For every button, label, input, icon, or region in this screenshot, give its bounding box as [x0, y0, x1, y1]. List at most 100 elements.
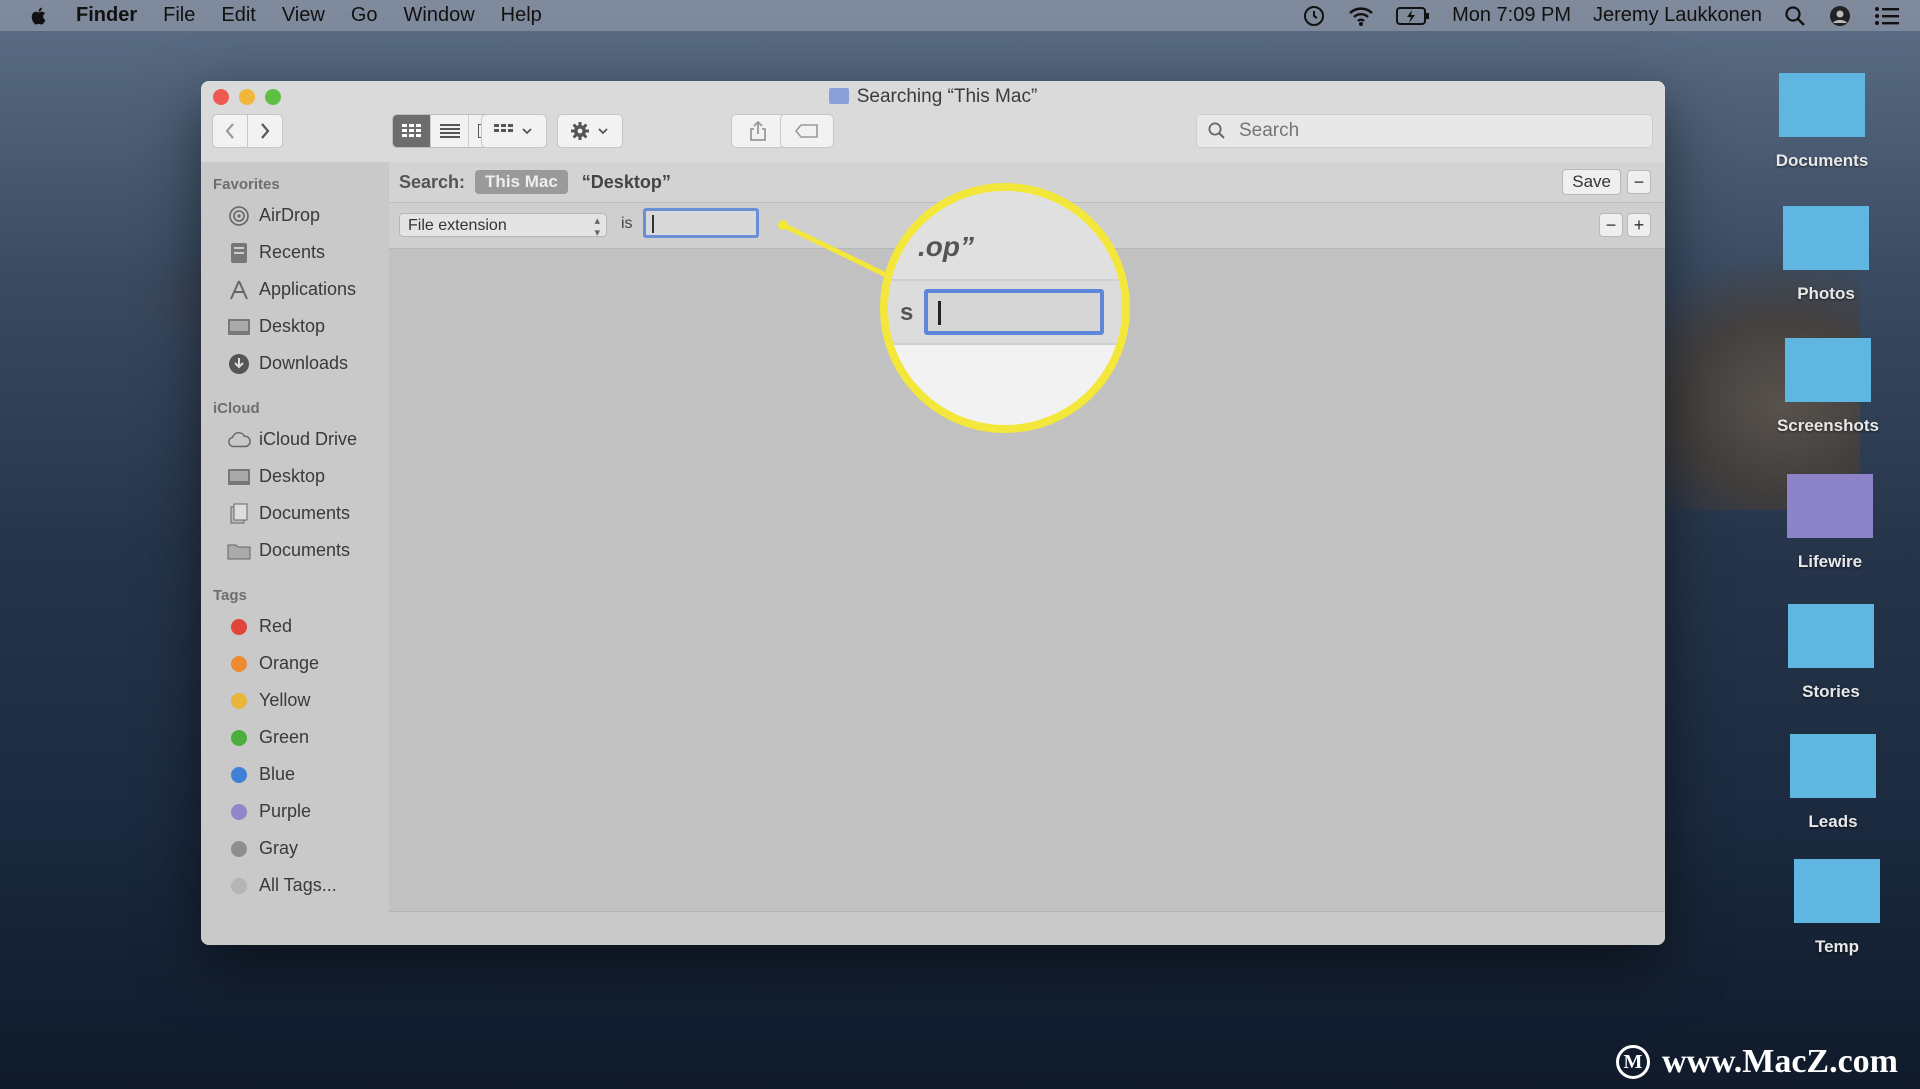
user-name[interactable]: Jeremy Laukkonen	[1593, 4, 1762, 27]
sidebar-tag-yellow[interactable]: Yellow	[201, 682, 388, 719]
notification-center-icon[interactable]	[1874, 6, 1900, 26]
forward-button[interactable]	[247, 114, 283, 148]
folder-icon	[1785, 338, 1871, 402]
attribute-popup[interactable]: File extension ▴ ▾	[399, 213, 607, 239]
sidebar-item-label: iCloud Drive	[259, 429, 358, 449]
desktop-folder-photos[interactable]: Photos	[1766, 206, 1886, 304]
sidebar-item-label: Documents	[259, 503, 351, 523]
share-button[interactable]	[731, 114, 785, 148]
scope-this-mac-button[interactable]: This Mac	[475, 170, 568, 194]
chevron-left-icon	[225, 123, 234, 139]
sidebar-item-recents[interactable]: Recents	[201, 234, 388, 271]
watermark-text: www.MacZ.com	[1661, 1043, 1898, 1080]
desktop-folder-stories[interactable]: Stories	[1771, 604, 1891, 702]
path-bar	[389, 911, 1665, 945]
tag-icon	[795, 124, 818, 138]
gear-icon	[571, 122, 589, 140]
operator-label: is	[621, 215, 633, 232]
list-icon	[439, 124, 460, 138]
scope-desktop-button[interactable]: “Desktop”	[582, 172, 671, 193]
remove-rule-button[interactable]: −	[1599, 213, 1623, 237]
folder-icon	[227, 539, 251, 563]
sidebar-item-documents-folder[interactable]: Documents	[201, 532, 388, 569]
recents-icon	[227, 241, 251, 265]
desktop-folder-label: Documents	[1775, 151, 1869, 170]
menu-edit[interactable]: Edit	[221, 4, 255, 27]
tag-dot-icon	[231, 840, 247, 857]
sidebar-item-desktop[interactable]: Desktop	[201, 308, 388, 345]
cloud-icon	[227, 428, 251, 452]
sidebar-item-icloud-desktop[interactable]: Desktop	[201, 458, 388, 495]
callout-pointer	[778, 220, 888, 278]
magnifier-callout: .op” s	[880, 183, 1130, 433]
magnified-scope-bar: .op”	[888, 191, 1122, 281]
sidebar-item-label: Applications	[259, 279, 357, 299]
menu-help[interactable]: Help	[501, 4, 542, 27]
desktop-folder-documents[interactable]: Documents	[1762, 73, 1882, 171]
list-view-button[interactable]	[431, 115, 469, 147]
siri-icon[interactable]	[1828, 4, 1852, 28]
desktop-folder-leads[interactable]: Leads	[1773, 734, 1893, 832]
desktop-folder-label: Temp	[1814, 937, 1860, 956]
sidebar-tag-green[interactable]: Green	[201, 719, 388, 756]
battery-icon[interactable]	[1396, 6, 1430, 26]
menu-go[interactable]: Go	[351, 4, 378, 27]
sidebar-item-label: Downloads	[259, 353, 349, 373]
search-field[interactable]	[1196, 114, 1653, 148]
downloads-icon	[227, 352, 251, 376]
group-by-button[interactable]	[481, 114, 547, 148]
attribute-popup-value: File extension	[408, 217, 507, 234]
search-icon	[1208, 122, 1225, 139]
sidebar-item-icloud-drive[interactable]: iCloud Drive	[201, 421, 388, 458]
clock[interactable]: Mon 7:09 PM	[1452, 4, 1571, 27]
sidebar-item-downloads[interactable]: Downloads	[201, 345, 388, 382]
desktop-folder-label: Stories	[1802, 682, 1860, 701]
sidebar-item-label: Documents	[259, 540, 351, 560]
tag-dot-icon	[231, 618, 247, 635]
apple-icon[interactable]	[28, 5, 50, 27]
icon-view-button[interactable]	[393, 115, 431, 147]
sidebar: Favorites AirDrop Recents Applications D…	[201, 162, 388, 945]
menu-window[interactable]: Window	[404, 4, 475, 27]
sidebar-tag-all-tags[interactable]: All Tags...	[201, 867, 388, 904]
desktop-folder-temp[interactable]: Temp	[1777, 859, 1897, 957]
sidebar-item-icloud-documents[interactable]: Documents	[201, 495, 388, 532]
add-rule-button[interactable]: +	[1627, 213, 1651, 237]
text-caret	[652, 215, 654, 233]
wifi-icon[interactable]	[1348, 5, 1374, 27]
search-input[interactable]	[1237, 119, 1621, 143]
action-menu-button[interactable]	[557, 114, 623, 148]
window-title-text: Searching “This Mac”	[856, 86, 1038, 107]
desktop-folder-label: Photos	[1797, 284, 1855, 303]
smart-folder-icon	[828, 88, 849, 104]
sidebar-header-icloud: iCloud	[213, 400, 260, 417]
save-search-button[interactable]: Save	[1562, 169, 1621, 195]
desktop-folder-lifewire[interactable]: Lifewire	[1770, 474, 1890, 572]
tag-dot-icon	[231, 692, 247, 709]
back-button[interactable]	[212, 114, 248, 148]
time-machine-icon[interactable]	[1302, 4, 1326, 28]
group-grid-icon	[494, 124, 513, 132]
desktop-folder-screenshots[interactable]: Screenshots	[1768, 338, 1888, 436]
sidebar-tag-blue[interactable]: Blue	[201, 756, 388, 793]
sidebar-tag-purple[interactable]: Purple	[201, 793, 388, 830]
extension-value-input[interactable]	[643, 208, 759, 238]
sidebar-tag-red[interactable]: Red	[201, 608, 388, 645]
tags-button[interactable]	[780, 114, 834, 148]
desktop-icon	[227, 315, 251, 339]
menu-finder[interactable]: Finder	[76, 4, 137, 27]
toolbar: Searching “This Mac”	[201, 81, 1665, 163]
sidebar-tag-orange[interactable]: Orange	[201, 645, 388, 682]
menu-file[interactable]: File	[163, 4, 195, 27]
sidebar-tag-gray[interactable]: Gray	[201, 830, 388, 867]
sidebar-header-tags: Tags	[213, 587, 247, 604]
magnified-scope-text: .op”	[918, 231, 974, 262]
sidebar-item-airdrop[interactable]: AirDrop	[201, 197, 388, 234]
sidebar-item-applications[interactable]: Applications	[201, 271, 388, 308]
menu-view[interactable]: View	[282, 4, 325, 27]
sidebar-item-label: Gray	[259, 838, 299, 858]
spotlight-icon[interactable]	[1784, 5, 1806, 27]
folder-icon	[1788, 604, 1874, 668]
remove-search-button[interactable]: −	[1627, 170, 1651, 194]
sidebar-item-label: Orange	[259, 653, 320, 673]
